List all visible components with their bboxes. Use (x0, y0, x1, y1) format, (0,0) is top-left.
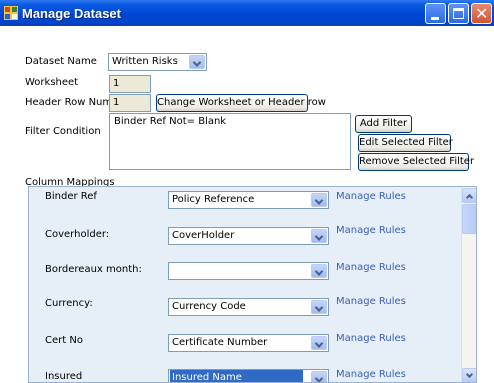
header-row-field: 1 (109, 94, 151, 112)
worksheet-field: 1 (109, 75, 151, 93)
manage-rules-link[interactable]: Manage Rules (336, 191, 406, 202)
mapping-select[interactable] (168, 262, 329, 280)
chevron-down-icon[interactable] (189, 55, 205, 69)
maximize-icon (453, 8, 464, 19)
window-title: Manage Dataset (22, 6, 121, 21)
mapping-value: Currency Code (172, 301, 246, 312)
close-icon: ✕ (475, 4, 489, 23)
mapping-label: Insured (45, 371, 83, 382)
header-row-value: 1 (113, 97, 120, 108)
remove-selected-filter-button[interactable]: Remove Selected Filter (358, 153, 474, 171)
worksheet-value: 1 (113, 78, 120, 89)
mapping-value: CoverHolder (172, 230, 235, 241)
mapping-label: Bordereaux month: (45, 264, 142, 275)
filter-condition-value: Binder Ref Not= Blank (114, 116, 227, 127)
column-mappings-panel: Binder Ref Policy Reference Manage Rules… (28, 186, 477, 383)
scrollbar-thumb[interactable] (462, 204, 476, 234)
mapping-select[interactable]: Certificate Number (168, 334, 329, 352)
chevron-up-icon (465, 193, 474, 202)
chevron-down-icon[interactable] (311, 193, 327, 207)
chevron-down-icon[interactable] (311, 371, 327, 382)
mapping-select[interactable]: Currency Code (168, 298, 329, 316)
title-bar[interactable]: Manage Dataset ✕ (0, 0, 494, 26)
filter-condition-label: Filter Condition (25, 126, 101, 137)
scroll-up-button[interactable] (462, 188, 476, 203)
manage-rules-link[interactable]: Manage Rules (336, 262, 406, 273)
mapping-label: Cert No (45, 335, 83, 346)
maximize-button[interactable] (448, 3, 469, 24)
chevron-down-icon[interactable] (311, 229, 327, 243)
vertical-scrollbar[interactable] (461, 187, 476, 382)
chevron-down-icon[interactable] (311, 336, 327, 350)
mapping-value: Policy Reference (172, 194, 255, 205)
chevron-down-icon (465, 370, 474, 379)
filter-condition-box[interactable]: Binder Ref Not= Blank (109, 113, 351, 170)
close-button[interactable]: ✕ (471, 3, 492, 24)
minimize-button[interactable] (425, 3, 446, 24)
app-icon (4, 6, 18, 20)
mapping-label: Binder Ref (45, 191, 97, 202)
mapping-select[interactable]: Insured Name (168, 369, 329, 382)
scroll-down-button[interactable] (462, 368, 476, 382)
manage-rules-link[interactable]: Manage Rules (336, 296, 406, 307)
dataset-name-select[interactable]: Written Risks (108, 53, 207, 71)
manage-rules-link[interactable]: Manage Rules (336, 225, 406, 236)
manage-rules-link[interactable]: Manage Rules (336, 369, 406, 380)
edit-selected-filter-button[interactable]: Edit Selected Filter (358, 134, 453, 152)
mapping-select[interactable]: CoverHolder (168, 227, 329, 245)
mapping-value: Insured Name (170, 370, 303, 382)
mapping-value: Certificate Number (172, 337, 268, 348)
change-worksheet-button[interactable]: Change Worksheet or Header row (156, 94, 326, 112)
add-filter-button[interactable]: Add Filter (355, 115, 412, 133)
mapping-label: Currency: (45, 298, 93, 309)
minimize-icon (431, 17, 439, 20)
mapping-label: Coverholder: (45, 229, 110, 240)
chevron-down-icon[interactable] (311, 264, 327, 278)
chevron-down-icon[interactable] (311, 300, 327, 314)
dataset-name-value: Written Risks (112, 56, 178, 67)
manage-rules-link[interactable]: Manage Rules (336, 333, 406, 344)
dataset-name-label: Dataset Name (25, 56, 97, 67)
mapping-select[interactable]: Policy Reference (168, 191, 329, 209)
worksheet-label: Worksheet (25, 77, 79, 88)
